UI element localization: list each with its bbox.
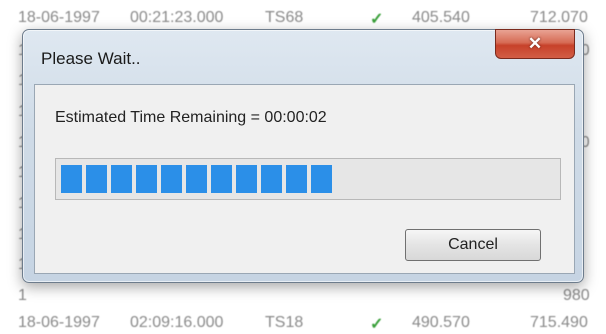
- progress-segment: [211, 165, 232, 193]
- table-row: 18-06-1997 02:09:16.000 TS18 ✓ 490.570 7…: [0, 314, 606, 334]
- value-cell: 715.490: [530, 314, 588, 331]
- close-button[interactable]: ✕: [495, 29, 575, 59]
- dialog-title: Please Wait..: [41, 49, 141, 68]
- please-wait-dialog: Please Wait.. ✕ Estimated Time Remaining…: [22, 29, 584, 283]
- progress-segment: [186, 165, 207, 193]
- progress-segment: [236, 165, 257, 193]
- date-cell: 18-06-1997: [18, 9, 100, 26]
- value-cell: 405.540: [412, 9, 470, 26]
- progress-segment: [161, 165, 182, 193]
- code-cell: TS18: [265, 314, 304, 331]
- progress-segment: [111, 165, 132, 193]
- progress-fill: [61, 165, 332, 193]
- progress-segment: [286, 165, 307, 193]
- check-icon: ✓: [370, 316, 384, 333]
- value-cell: 490.570: [412, 314, 470, 331]
- cancel-button[interactable]: Cancel: [405, 229, 541, 261]
- time-remaining-label: Estimated Time Remaining = 00:00:02: [55, 109, 327, 126]
- dialog-body: Estimated Time Remaining = 00:00:02 Canc…: [34, 84, 575, 274]
- progress-bar: [55, 158, 561, 200]
- progress-segment: [136, 165, 157, 193]
- progress-segment: [86, 165, 107, 193]
- time-cell: 02:09:16.000: [130, 314, 224, 331]
- code-cell: TS68: [265, 9, 304, 26]
- table-row: 18-06-1997 00:21:23.000 TS68 ✓ 405.540 7…: [0, 9, 606, 29]
- progress-segment: [61, 165, 82, 193]
- time-cell: 00:21:23.000: [130, 9, 224, 26]
- progress-segment: [261, 165, 282, 193]
- date-cell: 18-06-1997: [18, 314, 100, 331]
- progress-segment: [311, 165, 332, 193]
- check-icon: ✓: [370, 11, 384, 28]
- close-icon: ✕: [527, 34, 543, 53]
- value-cell: 712.070: [530, 9, 588, 26]
- table-cell-fragment: 980: [563, 287, 590, 304]
